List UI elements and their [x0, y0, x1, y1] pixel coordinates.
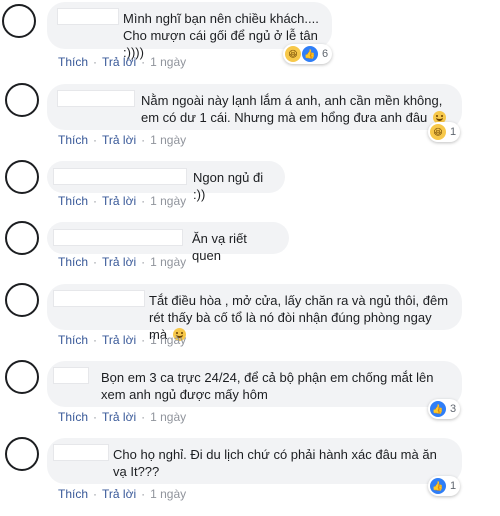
- separator: ·: [93, 410, 98, 424]
- timestamp[interactable]: 1 ngày: [150, 133, 186, 147]
- hidden-author-name[interactable]: [53, 229, 183, 246]
- timestamp[interactable]: 1 ngày: [150, 194, 186, 208]
- avatar[interactable]: [2, 4, 36, 38]
- timestamp[interactable]: 1 ngày: [150, 410, 186, 424]
- avatar[interactable]: [5, 83, 39, 117]
- avatar[interactable]: [5, 221, 39, 255]
- hidden-author-name[interactable]: [53, 367, 89, 384]
- haha-icon: 😆: [430, 124, 446, 140]
- like-link[interactable]: Thích: [58, 410, 88, 424]
- comment-bubble: Bọn em 3 ca trực 24/24, để cả bộ phận em…: [47, 361, 462, 407]
- separator: ·: [93, 133, 98, 147]
- like-link[interactable]: Thích: [58, 194, 88, 208]
- like-link[interactable]: Thích: [58, 333, 88, 347]
- comment-bubble: Nằm ngoài này lạnh lắm á anh, anh cần mề…: [47, 84, 462, 130]
- separator: ·: [93, 55, 98, 69]
- comment-actions: Thích · Trả lời · 1 ngày: [58, 255, 186, 269]
- reply-link[interactable]: Trả lời: [102, 194, 136, 208]
- reply-link[interactable]: Trả lời: [102, 133, 136, 147]
- haha-icon: 😆: [285, 46, 301, 62]
- reaction-summary[interactable]: 👍 1: [428, 476, 461, 496]
- separator: ·: [93, 487, 98, 501]
- comment-bubble: Cho họ nghỉ. Đi du lịch chứ có phải hành…: [47, 438, 462, 484]
- separator: ·: [141, 333, 146, 347]
- comment-text: Bọn em 3 ca trực 24/24, để cả bộ phận em…: [101, 370, 434, 402]
- comment-actions: Thích · Trả lời · 1 ngày: [58, 133, 186, 147]
- avatar[interactable]: [5, 160, 39, 194]
- comment-bubble: Mình nghĩ bạn nên chiều khách.... Cho mư…: [47, 2, 332, 60]
- comment-actions: Thích · Trả lời · 1 ngày: [58, 410, 186, 424]
- comment-bubble: Ngon ngủ đi :)): [47, 161, 285, 202]
- comment-bubble: Tắt điều hòa , mở cửa, lấy chăn ra và ng…: [47, 284, 462, 342]
- reaction-summary[interactable]: 😆 👍 6: [283, 44, 333, 64]
- reply-link[interactable]: Trả lời: [102, 487, 136, 501]
- separator: ·: [141, 487, 146, 501]
- like-link[interactable]: Thích: [58, 487, 88, 501]
- comment-bubble: Ăn vạ riết quen: [47, 222, 289, 263]
- comment-actions: Thích · Trả lời · 1 ngày: [58, 487, 186, 501]
- reaction-count: 3: [450, 403, 457, 415]
- timestamp[interactable]: 1 ngày: [150, 55, 186, 69]
- separator: ·: [93, 194, 98, 208]
- separator: ·: [93, 333, 98, 347]
- hidden-author-name[interactable]: [53, 168, 187, 185]
- reaction-count: 1: [450, 126, 457, 138]
- avatar[interactable]: [5, 437, 39, 471]
- like-icon: 👍: [430, 478, 446, 494]
- reaction-count: 6: [322, 48, 329, 60]
- separator: ·: [141, 194, 146, 208]
- like-icon: 👍: [302, 46, 318, 62]
- like-link[interactable]: Thích: [58, 133, 88, 147]
- reaction-count: 1: [450, 480, 457, 492]
- reply-link[interactable]: Trả lời: [102, 333, 136, 347]
- avatar[interactable]: [5, 283, 39, 317]
- hidden-author-name[interactable]: [53, 444, 109, 461]
- avatar[interactable]: [5, 360, 39, 394]
- reply-link[interactable]: Trả lời: [102, 410, 136, 424]
- comment-actions: Thích · Trả lời · 1 ngày: [58, 194, 186, 208]
- separator: ·: [141, 133, 146, 147]
- comment-actions: Thích · Trả lời · 1 ngày: [58, 333, 186, 347]
- like-link[interactable]: Thích: [58, 255, 88, 269]
- hidden-author-name[interactable]: [53, 290, 145, 307]
- comment-actions: Thích · Trả lời · 1 ngày: [58, 55, 186, 69]
- reply-link[interactable]: Trả lời: [102, 55, 136, 69]
- separator: ·: [93, 255, 98, 269]
- like-icon: 👍: [430, 401, 446, 417]
- reaction-summary[interactable]: 😆 1: [428, 122, 461, 142]
- timestamp[interactable]: 1 ngày: [150, 333, 186, 347]
- comment-text: Cho họ nghỉ. Đi du lịch chứ có phải hành…: [113, 447, 437, 479]
- separator: ·: [141, 55, 146, 69]
- timestamp[interactable]: 1 ngày: [150, 487, 186, 501]
- reply-link[interactable]: Trả lời: [102, 255, 136, 269]
- timestamp[interactable]: 1 ngày: [150, 255, 186, 269]
- like-link[interactable]: Thích: [58, 55, 88, 69]
- separator: ·: [141, 255, 146, 269]
- hidden-author-name[interactable]: [57, 90, 135, 107]
- hidden-author-name[interactable]: [57, 8, 119, 25]
- reaction-summary[interactable]: 👍 3: [428, 399, 461, 419]
- separator: ·: [141, 410, 146, 424]
